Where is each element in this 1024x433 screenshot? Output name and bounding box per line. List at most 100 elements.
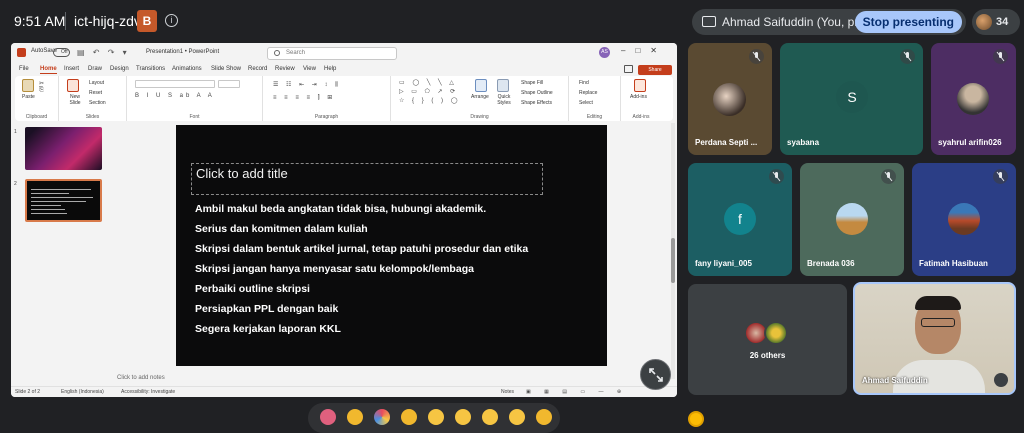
- surprised-face-icon[interactable]: [455, 409, 471, 425]
- cut-copy-icons[interactable]: ✂ ⎘: [39, 80, 47, 94]
- font-size-dropdown[interactable]: [218, 80, 240, 88]
- reset-button[interactable]: Reset: [89, 90, 102, 96]
- participants-button[interactable]: 34: [972, 9, 1020, 35]
- participant-avatar: [713, 83, 746, 116]
- participant-tile[interactable]: S syabana: [780, 43, 923, 155]
- host-badge-icon[interactable]: B: [137, 10, 157, 32]
- tab-file[interactable]: File: [19, 66, 29, 72]
- tab-review[interactable]: Review: [275, 66, 295, 72]
- accessibility-status[interactable]: Accessibility: Investigate: [121, 389, 175, 395]
- others-tile[interactable]: 26 others: [688, 284, 847, 395]
- tab-view[interactable]: View: [303, 66, 316, 72]
- tab-slide-show[interactable]: Slide Show: [211, 66, 241, 72]
- shape-fill-button[interactable]: Shape Fill: [521, 80, 543, 86]
- party-popper-icon[interactable]: [374, 409, 390, 425]
- self-hair: [915, 296, 961, 310]
- comment-icon[interactable]: [624, 65, 633, 73]
- new-slide-label[interactable]: New Slide: [64, 94, 86, 106]
- participant-name: Perdana Septi ...: [695, 138, 758, 147]
- arrange-icon[interactable]: [475, 79, 487, 92]
- tab-transitions[interactable]: Transitions: [136, 66, 165, 72]
- align-icons[interactable]: ≡ ≡ ≡ ≡ ⫿ ⊞: [273, 94, 335, 102]
- title-placeholder[interactable]: Click to add title: [191, 163, 543, 195]
- shape-outline-button[interactable]: Shape Outline: [521, 90, 553, 96]
- notes-toggle[interactable]: Notes: [501, 389, 514, 395]
- participant-tile[interactable]: f fany liyani_005: [688, 163, 792, 276]
- ppt-user-avatar[interactable]: AS: [599, 47, 610, 58]
- thumb-number: 1: [14, 129, 17, 135]
- quick-styles-icon[interactable]: [497, 79, 509, 92]
- paste-icon[interactable]: [22, 79, 34, 92]
- autosave-toggle[interactable]: Off: [53, 48, 70, 57]
- section-button[interactable]: Section: [89, 100, 106, 106]
- layout-button[interactable]: Layout: [89, 80, 104, 86]
- document-title: Presentation1 • PowerPoint: [146, 49, 220, 55]
- participant-tile[interactable]: syahrul arifin026: [931, 43, 1016, 155]
- quick-access-toolbar[interactable]: ▤ ↶ ↷ ▾: [77, 48, 130, 57]
- sparkling-heart-icon[interactable]: [320, 409, 336, 425]
- thumbs-up-icon[interactable]: [347, 409, 363, 425]
- slide-thumbnail-1[interactable]: [25, 127, 102, 170]
- paste-label: Paste: [22, 94, 35, 100]
- participant-count: 34: [996, 16, 1009, 28]
- shape-gallery[interactable]: ▭ ◯ ╲ ╲ △ ▷ ▭ ⬠ ↗ ⟳ ☆ { } ( ) ◯: [399, 79, 469, 106]
- self-name: Ahmad Saifuddin: [862, 376, 928, 385]
- self-video-tile[interactable]: Ahmad Saifuddin: [853, 282, 1016, 395]
- tab-help[interactable]: Help: [324, 66, 336, 72]
- shape-effects-button[interactable]: Shape Effects: [521, 100, 552, 106]
- ppt-status-bar: Slide 2 of 2 English (Indonesia) Accessi…: [11, 386, 677, 397]
- window-controls[interactable]: –□✕: [621, 46, 667, 55]
- participant-name: syahrul arifin026: [938, 138, 1002, 147]
- slide-body-text[interactable]: Ambil makul beda angkatan tidak bisa, hu…: [195, 203, 528, 343]
- meeting-code: ict-hijq-zdv: [74, 13, 141, 29]
- select-button[interactable]: Select: [579, 100, 593, 106]
- slide-thumbnail-2[interactable]: [25, 179, 102, 222]
- mic-muted-icon: [749, 49, 764, 64]
- tab-animations[interactable]: Animations: [172, 66, 202, 72]
- slide-scrollbar[interactable]: [671, 123, 675, 379]
- thinking-face-icon[interactable]: [509, 409, 525, 425]
- participant-name: syabana: [787, 138, 820, 147]
- ppt-search-input[interactable]: Search: [267, 47, 397, 60]
- ribbon-group-paragraph: ☰ ☷ ⇤ ⇥ ↕ ⫼ ≡ ≡ ≡ ≡ ⫿ ⊞ Paragraph: [263, 76, 391, 121]
- crying-face-icon[interactable]: [482, 409, 498, 425]
- tab-record[interactable]: Record: [248, 66, 267, 72]
- editing-group-label: Editing: [586, 114, 603, 120]
- tab-home[interactable]: Home: [40, 66, 57, 74]
- slide-bullet: Ambil makul beda angkatan tidak bisa, hu…: [195, 203, 487, 215]
- laughing-face-icon[interactable]: [428, 409, 444, 425]
- new-slide-icon[interactable]: [67, 79, 79, 92]
- addins-icon[interactable]: [634, 79, 646, 92]
- raise-hand-icon[interactable]: [688, 411, 704, 427]
- mic-muted-icon: [993, 169, 1008, 184]
- tab-insert[interactable]: Insert: [64, 66, 79, 72]
- participant-name: fany liyani_005: [695, 259, 752, 268]
- ppt-title-bar: AutoSave Off ▤ ↶ ↷ ▾ Presentation1 • Pow…: [11, 43, 677, 63]
- participant-tile[interactable]: Fatimah Hasibuan: [912, 163, 1016, 276]
- font-format-icons[interactable]: B I U S ab A A: [135, 93, 215, 99]
- font-name-dropdown[interactable]: [135, 80, 215, 88]
- clapping-hands-icon[interactable]: [401, 409, 417, 425]
- stop-presenting-button[interactable]: Stop presenting: [854, 11, 962, 33]
- share-button[interactable]: Share: [638, 65, 672, 75]
- participant-name: Fatimah Hasibuan: [919, 259, 988, 268]
- participant-tile[interactable]: Brenada 036: [800, 163, 904, 276]
- language-indicator[interactable]: English (Indonesia): [61, 389, 104, 395]
- quick-styles-label: Quick Styles: [497, 94, 511, 106]
- tab-draw[interactable]: Draw: [88, 66, 102, 72]
- participant-avatar: f: [724, 203, 756, 235]
- replace-button[interactable]: Replace: [579, 90, 597, 96]
- self-options-icon[interactable]: [994, 373, 1008, 387]
- find-button[interactable]: Find: [579, 80, 589, 86]
- expand-screen-button[interactable]: [640, 359, 671, 390]
- thumbs-down-icon[interactable]: [536, 409, 552, 425]
- view-buttons[interactable]: ▣ ▦ ▤ ▭ — ⊕: [526, 389, 627, 395]
- slide-canvas[interactable]: Click to add title Ambil makul beda angk…: [176, 125, 607, 366]
- search-icon: [274, 50, 280, 56]
- participant-tile[interactable]: Perdana Septi ...: [688, 43, 772, 155]
- participant-avatar: [764, 321, 788, 345]
- info-icon[interactable]: i: [165, 14, 178, 27]
- list-icons[interactable]: ☰ ☷ ⇤ ⇥ ↕ ⫼: [273, 81, 341, 89]
- notes-placeholder[interactable]: Click to add notes: [117, 375, 165, 381]
- tab-design[interactable]: Design: [110, 66, 129, 72]
